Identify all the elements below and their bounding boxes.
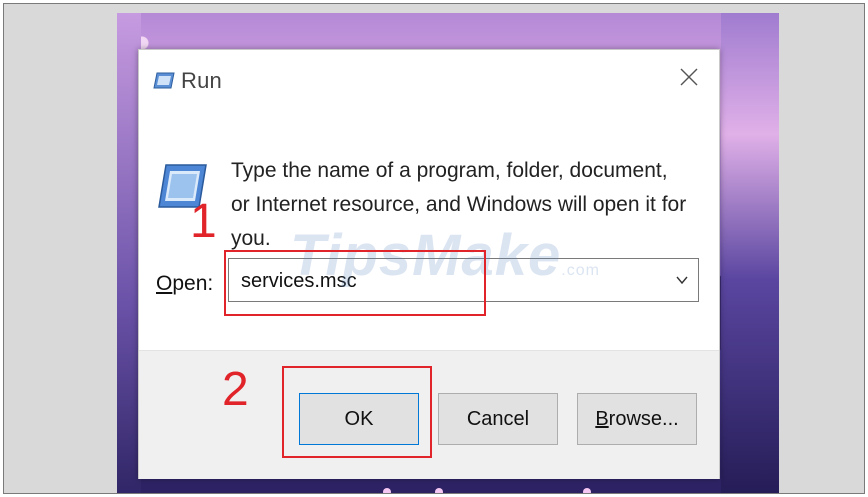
- title-bar[interactable]: Run: [139, 50, 719, 108]
- close-icon: [679, 67, 699, 92]
- step-1-highlight-box: [224, 250, 486, 316]
- open-label: Open:: [156, 272, 213, 296]
- wallpaper-right-decoration: [721, 13, 779, 493]
- wallpaper-dot: [435, 488, 443, 493]
- step-2-highlight-box: [282, 366, 432, 458]
- dialog-description: Type the name of a program, folder, docu…: [231, 159, 687, 250]
- step-1-number: 1: [190, 195, 217, 248]
- cancel-button[interactable]: Cancel: [438, 393, 558, 445]
- dialog-title: Run: [181, 68, 222, 93]
- chevron-down-icon[interactable]: [674, 272, 690, 288]
- wallpaper-dot: [583, 488, 591, 493]
- step-2-number: 2: [222, 363, 249, 416]
- browse-accelerator: B: [595, 407, 609, 430]
- close-button[interactable]: [671, 64, 707, 94]
- open-label-accelerator: O: [156, 272, 173, 295]
- open-label-rest: pen:: [172, 272, 214, 295]
- browse-label-rest: rowse...: [608, 407, 679, 430]
- run-icon: [153, 72, 175, 89]
- wallpaper-dot: [383, 488, 391, 493]
- browse-button[interactable]: Browse...: [577, 393, 697, 445]
